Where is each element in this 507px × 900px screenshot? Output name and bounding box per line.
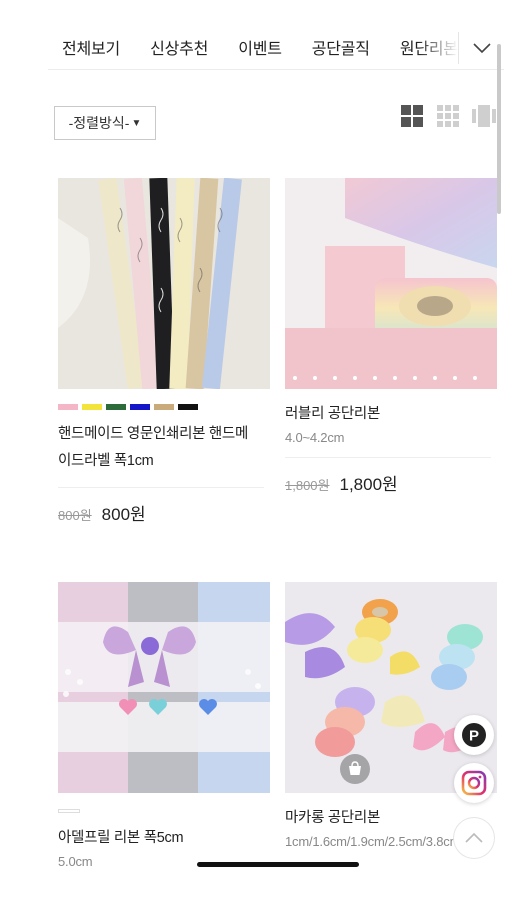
svg-text:P: P	[469, 728, 479, 745]
product-name[interactable]: 러블리 공단리본	[285, 401, 497, 428]
scroll-to-top-button[interactable]	[454, 818, 494, 858]
instagram-button[interactable]	[454, 763, 494, 803]
p-logo-icon: P	[462, 723, 486, 747]
product-card[interactable]: 핸드메이드 영문인쇄리본 핸드메 이드라벨 폭1cm 800원 800원	[58, 178, 270, 525]
price-row: 1,800원 1,800원	[285, 470, 497, 495]
swatch-yellow	[82, 404, 102, 410]
divider	[285, 457, 491, 458]
swatch-green	[106, 404, 126, 410]
product-card[interactable]: 마카롱 공단리본 1cm/1.6cm/1.9cm/2.5cm/3.8cm	[285, 582, 497, 849]
nav-item-event[interactable]: 이벤트	[238, 35, 282, 59]
product-card[interactable]: 러블리 공단리본 4.0~4.2cm 1,800원 1,800원	[285, 178, 497, 495]
swatch-placeholder	[58, 809, 80, 813]
ribbon-labels-image	[58, 178, 270, 389]
chevron-down-icon	[472, 43, 491, 54]
home-indicator[interactable]	[197, 862, 359, 867]
cart-icon	[349, 761, 361, 775]
divider	[58, 487, 264, 488]
price-row: 800원 800원	[58, 500, 270, 525]
product-image[interactable]	[58, 582, 270, 793]
view-mode-toggles	[400, 104, 496, 128]
list-icon[interactable]	[472, 104, 496, 128]
nav-item-all[interactable]: 전체보기	[62, 35, 120, 59]
arrow-up-icon	[465, 832, 483, 843]
product-image[interactable]	[285, 582, 497, 793]
add-to-cart-button[interactable]	[340, 754, 370, 784]
sale-price: 1,800원	[339, 475, 398, 494]
product-name-line2: 이드라벨 폭1cm	[58, 453, 154, 469]
sale-price: 800원	[101, 505, 146, 524]
product-name-line1: 핸드메이드 영문인쇄리본 핸드메	[58, 426, 249, 442]
swatch-beige	[154, 404, 174, 410]
product-card[interactable]: 아델프릴 리본 폭5cm 5.0cm	[58, 582, 270, 869]
frill-ribbon-image	[58, 582, 270, 793]
color-swatches	[58, 404, 270, 411]
product-list-page: 전체보기 신상추천 이벤트 공단골직 원단리본 -정렬방식- ▼	[48, 0, 504, 900]
original-price: 1,800원	[285, 478, 330, 493]
product-name[interactable]: 핸드메이드 영문인쇄리본 핸드메 이드라벨 폭1cm	[58, 421, 270, 475]
swatch-blue	[130, 404, 150, 410]
grid-2-icon[interactable]	[400, 104, 424, 128]
product-image[interactable]	[58, 178, 270, 389]
swatch-black	[178, 404, 198, 410]
original-price: 800원	[58, 508, 92, 523]
product-image[interactable]	[285, 178, 497, 389]
product-size: 4.0~4.2cm	[285, 430, 345, 445]
sort-select[interactable]: -정렬방식- ▼	[54, 106, 156, 140]
macaron-ribbon-image	[285, 582, 497, 793]
p-channel-button[interactable]: P	[454, 715, 494, 755]
caret-down-icon: ▼	[131, 117, 142, 129]
gradient-ribbon-image	[285, 178, 497, 389]
scrollbar[interactable]	[497, 44, 501, 214]
category-nav: 전체보기 신상추천 이벤트 공단골직 원단리본	[48, 24, 504, 70]
grid-3-icon[interactable]	[436, 104, 460, 128]
sort-select-label: -정렬방식-	[68, 115, 130, 131]
nav-item-new[interactable]: 신상추천	[150, 35, 208, 59]
swatch-pink	[58, 404, 78, 410]
instagram-icon	[461, 770, 487, 796]
nav-fade	[418, 24, 458, 69]
nav-item-satin-grosgrain[interactable]: 공단골직	[312, 35, 370, 59]
product-name[interactable]: 아델프릴 리본 폭5cm	[58, 825, 270, 852]
